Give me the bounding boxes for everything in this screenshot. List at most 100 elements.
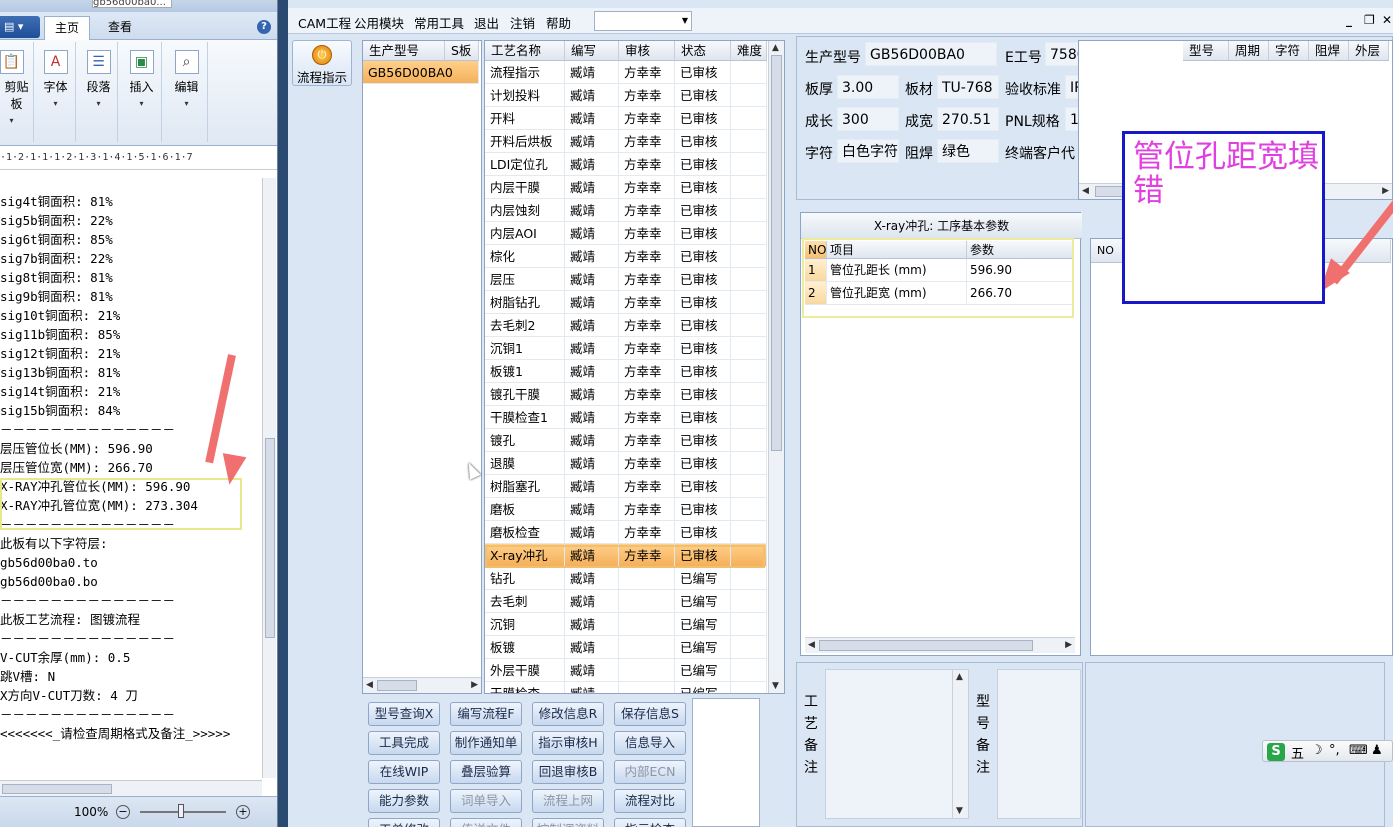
action-button[interactable]: 修改信息R [532,702,604,726]
process-grid-cell[interactable]: 臧靖 [565,636,619,659]
process-grid-cell[interactable] [731,314,767,337]
process-grid-cell[interactable]: 钻孔 [485,567,565,590]
process-grid-cell[interactable] [731,475,767,498]
process-grid-cell[interactable]: 已审核 [675,475,731,498]
action-button[interactable]: 型号查询X [368,702,440,726]
process-grid-cell-selected[interactable]: 方幸幸 [619,544,675,567]
scroll-thumb[interactable] [265,438,275,638]
process-grid-cell[interactable] [731,567,767,590]
process-grid-cell[interactable]: 臧靖 [565,406,619,429]
process-grid-cell[interactable] [731,176,767,199]
vertical-scrollbar[interactable] [262,178,276,778]
menu-tools[interactable]: 常用工具 [414,13,464,32]
process-grid-cell[interactable]: 已编写 [675,659,731,682]
process-grid-cell[interactable]: 已审核 [675,521,731,544]
action-button[interactable]: 编写流程F [450,702,522,726]
model-grid-row[interactable]: GB56D00BA0 [363,61,479,84]
pnl-value[interactable]: 1 [1065,107,1079,131]
process-grid-cell[interactable] [731,107,767,130]
info-grid-header[interactable]: 外层 [1349,41,1389,61]
process-grid-cell[interactable]: 臧靖 [565,130,619,153]
process-grid-cell[interactable]: 臧靖 [565,682,619,693]
punctuation-icon[interactable]: °, [1329,743,1340,758]
action-button[interactable]: 工单修改 [368,818,440,827]
model-grid-header[interactable]: 生产型号 [363,41,445,61]
help-icon[interactable]: ? [257,20,271,34]
ribbon-group-paragraph[interactable]: ☰ 段落 ▾ [80,42,118,142]
info-grid-header[interactable]: 型号 [1183,41,1229,61]
process-grid-cell[interactable]: 臧靖 [565,613,619,636]
process-grid-cell[interactable]: 方幸幸 [619,107,675,130]
process-grid-cell[interactable]: 方幸幸 [619,176,675,199]
file-menu-button[interactable]: ▤ ▾ [0,16,40,38]
process-grid-cell[interactable]: 臧靖 [565,107,619,130]
zoom-out-icon[interactable]: − [116,805,130,819]
menu-help[interactable]: 帮助 [546,13,571,32]
scroll-thumb[interactable] [819,640,1033,651]
tab-view[interactable]: 查看 [98,16,142,40]
process-grid-cell[interactable]: LDI定位孔 [485,153,565,176]
process-grid-cell[interactable]: 已审核 [675,268,731,291]
process-grid-cell[interactable]: 臧靖 [565,245,619,268]
process-grid-cell[interactable]: 开料 [485,107,565,130]
process-grid-cell[interactable] [731,245,767,268]
note-box[interactable] [692,698,760,827]
process-grid-cell[interactable]: 臧靖 [565,452,619,475]
arrow-down-icon[interactable]: ▼ [772,681,779,691]
param-grid-cell[interactable]: 596.90 [967,259,1073,282]
process-grid-cell[interactable]: 已审核 [675,176,731,199]
process-grid-cell[interactable]: 镀孔 [485,429,565,452]
process-grid-cell[interactable]: 板镀 [485,636,565,659]
process-grid-cell-selected[interactable] [731,544,767,567]
process-grid-cell[interactable]: 层压 [485,268,565,291]
process-grid-cell[interactable]: 方幸幸 [619,153,675,176]
process-grid-cell[interactable]: 方幸幸 [619,291,675,314]
process-grid-cell[interactable]: 已编写 [675,613,731,636]
process-grid-header[interactable]: 工艺名称 [485,41,565,61]
action-button[interactable]: 制作通知单 [450,731,522,755]
process-grid-cell[interactable]: 方幸幸 [619,199,675,222]
process-grid-cell[interactable] [619,590,675,613]
thickness-value[interactable]: 3.00 [837,75,899,99]
process-grid-cell[interactable]: 已审核 [675,291,731,314]
mask-value[interactable]: 绿色 [937,139,999,163]
process-grid-cell[interactable]: 已审核 [675,452,731,475]
process-grid-cell[interactable]: 内层干膜 [485,176,565,199]
process-grid-cell[interactable]: 已编写 [675,636,731,659]
process-grid-cell[interactable]: 方幸幸 [619,222,675,245]
process-grid-cell[interactable]: 退膜 [485,452,565,475]
process-grid-cell[interactable]: 干膜检查 [485,682,565,693]
process-grid-cell[interactable]: 内层蚀刻 [485,199,565,222]
process-grid-cell[interactable]: 方幸幸 [619,314,675,337]
scroll-thumb[interactable] [377,680,417,691]
process-grid-cell[interactable]: 已审核 [675,383,731,406]
vertical-scrollbar[interactable]: ▲ ▼ [952,670,968,818]
process-grid-cell[interactable]: 流程指示 [485,61,565,84]
process-grid-cell[interactable]: 已审核 [675,337,731,360]
process-grid-cell[interactable]: 已审核 [675,222,731,245]
process-grid-cell[interactable]: 已审核 [675,314,731,337]
process-grid-cell[interactable] [731,590,767,613]
process-grid-cell[interactable]: 已编写 [675,590,731,613]
process-grid-cell[interactable]: 计划投料 [485,84,565,107]
process-grid-cell[interactable] [731,406,767,429]
process-grid-cell[interactable] [731,498,767,521]
process-grid-cell[interactable]: 臧靖 [565,429,619,452]
process-grid-cell[interactable]: 已审核 [675,84,731,107]
menu-common-module[interactable]: 公用模块 [354,13,404,32]
process-grid-cell[interactable]: 已审核 [675,130,731,153]
arrow-left-icon[interactable]: ◀ [366,680,373,690]
process-grid-cell[interactable]: 方幸幸 [619,84,675,107]
process-grid-cell[interactable]: 臧靖 [565,521,619,544]
process-grid-cell[interactable]: 方幸幸 [619,475,675,498]
info-grid-header[interactable]: 字符 [1269,41,1309,61]
menu-exit[interactable]: 退出 [474,13,499,32]
model-remark-field[interactable] [997,669,1081,819]
process-grid-cell[interactable]: 臧靖 [565,360,619,383]
process-grid-header[interactable]: 难度 [731,41,767,61]
model-value[interactable]: GB56D00BA0 [865,42,997,66]
process-grid-cell[interactable]: 已审核 [675,61,731,84]
process-grid-cell[interactable] [731,268,767,291]
width-value[interactable]: 270.51 [937,107,999,131]
process-grid-cell[interactable]: 树脂钻孔 [485,291,565,314]
